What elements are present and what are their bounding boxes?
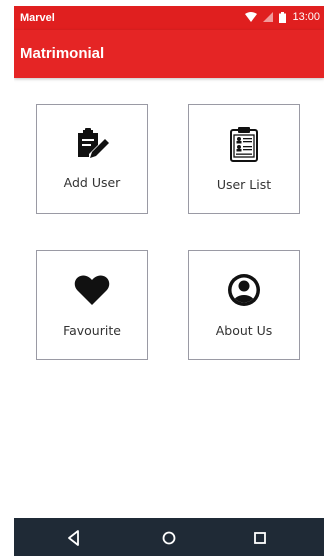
back-button[interactable] — [64, 528, 84, 548]
status-bar: Marvel 13:00 — [14, 6, 324, 30]
user-list-clipboard-icon — [230, 127, 258, 162]
add-user-label: Add User — [63, 175, 121, 190]
recents-button[interactable] — [250, 528, 270, 548]
edit-clipboard-icon — [78, 128, 109, 158]
add-user-tile[interactable]: Add User — [36, 104, 148, 214]
heart-icon — [74, 275, 110, 305]
about-us-label: About Us — [215, 323, 273, 338]
home-circle-icon — [162, 531, 176, 545]
wifi-icon — [245, 12, 258, 22]
app-bar: Matrimonial — [14, 30, 324, 78]
status-indicators: 13:00 — [245, 11, 320, 23]
account-circle-icon — [228, 274, 260, 306]
about-us-tile[interactable]: About Us — [188, 250, 300, 360]
user-list-tile[interactable]: User List — [188, 104, 300, 214]
app-screen: Marvel 13:00 Matrimonial Add User User L… — [14, 6, 324, 556]
app-title: Matrimonial — [20, 45, 105, 62]
back-triangle-icon — [68, 530, 79, 546]
favourite-label: Favourite — [63, 323, 121, 338]
signal-icon — [263, 12, 274, 22]
recents-square-icon — [254, 532, 266, 544]
carrier-name: Marvel — [20, 12, 55, 24]
user-list-label: User List — [216, 177, 272, 192]
battery-icon — [279, 11, 287, 23]
favourite-tile[interactable]: Favourite — [36, 250, 148, 360]
clock-time: 13:00 — [292, 11, 320, 23]
system-nav-bar — [14, 518, 324, 556]
home-button[interactable] — [159, 528, 179, 548]
